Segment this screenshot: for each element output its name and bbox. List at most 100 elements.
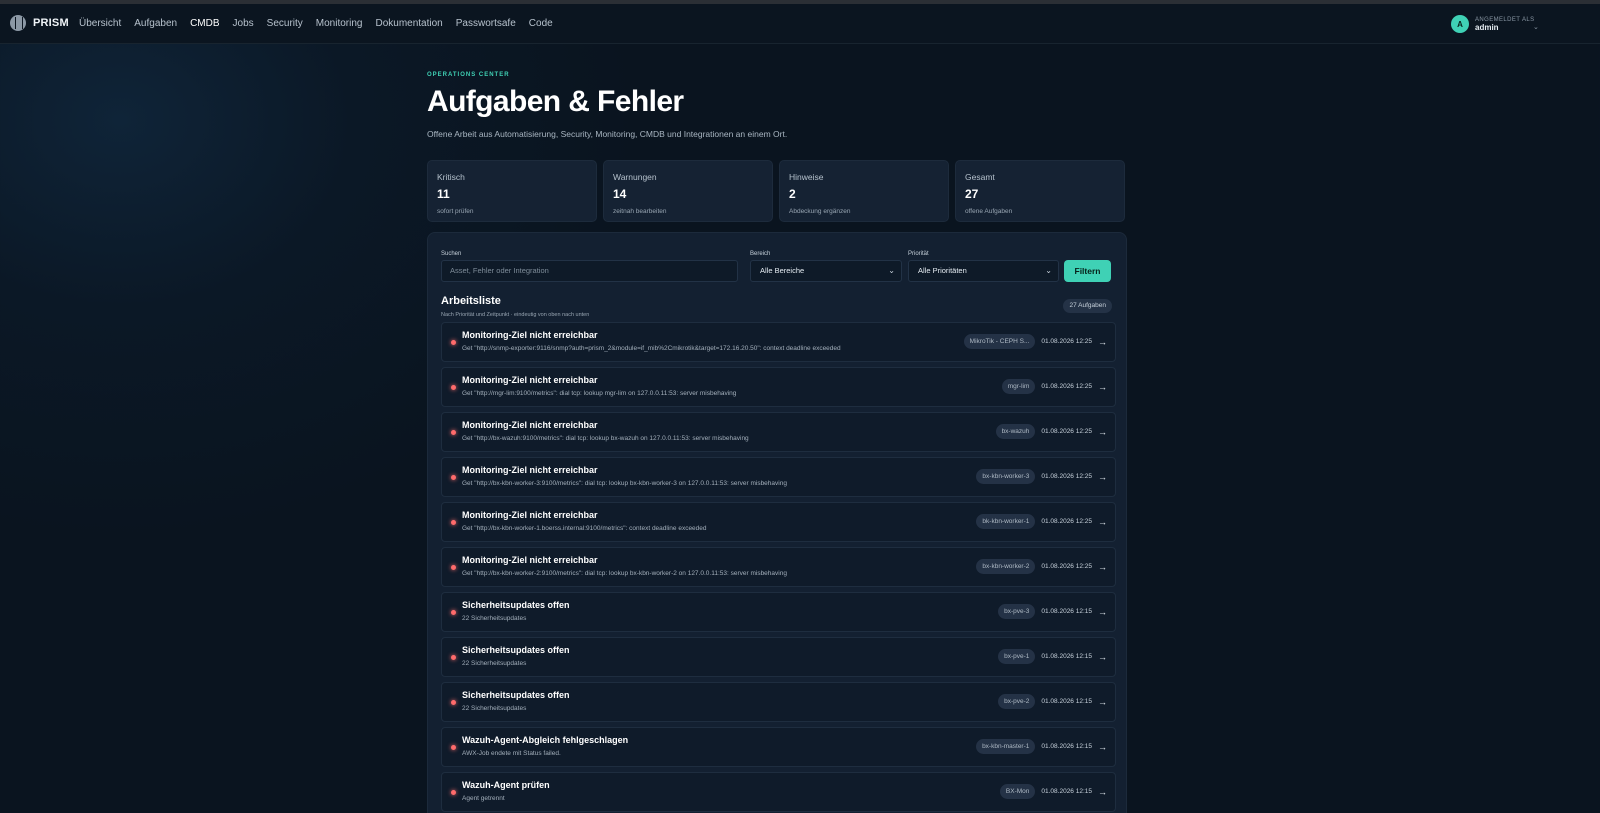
list-item[interactable]: Wazuh-Agent prüfen Agent getrennt BX-Mon 01… — [441, 772, 1116, 812]
list-item[interactable]: Sicherheitsupdates offen 22 Sicherheitsup… — [441, 592, 1116, 632]
asset-tag[interactable]: bx-pve-1 — [998, 649, 1036, 664]
user-menu[interactable]: A ANGEMELDET ALS admin ⌄ — [1451, 15, 1539, 33]
nav-item-cmdb[interactable]: CMDB — [190, 18, 219, 29]
task-title: Sicherheitsupdates offen — [462, 645, 570, 655]
list-item[interactable]: Wazuh-Agent-Abgleich fehlgeschlagen AWX-J… — [441, 727, 1116, 767]
task-title: Wazuh-Agent-Abgleich fehlgeschlagen — [462, 735, 629, 745]
nav-item-passwortsafe[interactable]: Passwortsafe — [456, 18, 516, 29]
status-dot-critical — [451, 385, 456, 390]
task-description: 22 Sicherheitsupdates — [462, 660, 527, 667]
task-meta: bx-pve-3 01.08.2026 12:15 → — [998, 604, 1107, 619]
nav-item-dokumentation[interactable]: Dokumentation — [375, 18, 442, 29]
stat-note: sofort prüfen — [437, 208, 474, 215]
task-description: Agent getrennt — [462, 795, 505, 802]
list-item[interactable]: Sicherheitsupdates offen 22 Sicherheitsup… — [441, 637, 1116, 677]
search-label: Suchen — [441, 251, 462, 257]
priority-select-value: Alle Prioritäten — [918, 266, 967, 275]
asset-tag[interactable]: bk-kbn-worker-1 — [976, 514, 1036, 529]
status-dot-critical — [451, 565, 456, 570]
task-meta: bx-kbn-worker-2 01.08.2026 12:25 → — [976, 559, 1107, 574]
list-item[interactable]: Monitoring-Ziel nicht erreichbar Get "htt… — [441, 412, 1116, 452]
task-description: 22 Sicherheitsupdates — [462, 615, 527, 622]
list-item[interactable]: Monitoring-Ziel nicht erreichbar Get "htt… — [441, 457, 1116, 497]
status-dot-critical — [451, 700, 456, 705]
stats-row: Kritisch 11 sofort prüfen Warnungen 14 z… — [427, 160, 1125, 222]
nav-item-code[interactable]: Code — [529, 18, 553, 29]
arrow-right-icon[interactable]: → — [1098, 562, 1107, 572]
area-select[interactable]: Alle Bereiche ⌄ — [750, 260, 902, 282]
asset-tag[interactable]: bx-wazuh — [995, 424, 1036, 439]
asset-tag[interactable]: mgr-lim — [1001, 379, 1036, 394]
task-timestamp: 01.08.2026 12:15 — [1041, 788, 1092, 795]
task-timestamp: 01.08.2026 12:25 — [1041, 383, 1092, 390]
list-item[interactable]: Sicherheitsupdates offen 22 Sicherheitsup… — [441, 682, 1116, 722]
asset-tag[interactable]: bx-pve-2 — [998, 694, 1036, 709]
task-timestamp: 01.08.2026 12:25 — [1041, 338, 1092, 345]
asset-tag[interactable]: BX-Mon — [999, 784, 1036, 799]
stat-value: 2 — [789, 187, 796, 201]
nav-item-uebersicht[interactable]: Übersicht — [79, 18, 121, 29]
arrow-right-icon[interactable]: → — [1098, 337, 1107, 347]
task-meta: BX-Mon 01.08.2026 12:15 → — [999, 784, 1107, 799]
task-timestamp: 01.08.2026 12:25 — [1041, 518, 1092, 525]
nav-item-monitoring[interactable]: Monitoring — [316, 18, 363, 29]
task-meta: bx-pve-1 01.08.2026 12:15 → — [998, 649, 1107, 664]
task-description: Get "http://bx-wazuh:9100/metrics": dial… — [462, 435, 749, 442]
task-title: Sicherheitsupdates offen — [462, 600, 570, 610]
nav-item-aufgaben[interactable]: Aufgaben — [134, 18, 177, 29]
stat-label: Hinweise — [789, 172, 824, 182]
task-meta: MikroTik - CEPH S... 01.08.2026 12:25 → — [963, 334, 1107, 349]
task-count-badge: 27 Aufgaben — [1063, 299, 1112, 313]
status-dot-critical — [451, 745, 456, 750]
stat-note: offene Aufgaben — [965, 208, 1013, 215]
stat-value: 27 — [965, 187, 979, 201]
page-eyebrow: OPERATIONS CENTER — [427, 72, 510, 78]
arrow-right-icon[interactable]: → — [1098, 787, 1107, 797]
arrow-right-icon[interactable]: → — [1098, 697, 1107, 707]
task-timestamp: 01.08.2026 12:25 — [1041, 428, 1092, 435]
arrow-right-icon[interactable]: → — [1098, 382, 1107, 392]
page-subtitle: Offene Arbeit aus Automatisierung, Secur… — [427, 129, 788, 139]
status-dot-critical — [451, 790, 456, 795]
task-timestamp: 01.08.2026 12:15 — [1041, 743, 1092, 750]
asset-tag[interactable]: bx-kbn-worker-3 — [976, 469, 1036, 484]
task-title: Monitoring-Ziel nicht erreichbar — [462, 375, 598, 385]
arrow-right-icon[interactable]: → — [1098, 742, 1107, 752]
asset-tag[interactable]: bx-kbn-master-1 — [976, 739, 1036, 754]
task-meta: mgr-lim 01.08.2026 12:25 → — [1001, 379, 1107, 394]
filter-button[interactable]: Filtern — [1064, 260, 1111, 282]
asset-tag[interactable]: MikroTik - CEPH S... — [963, 334, 1036, 349]
status-dot-critical — [451, 475, 456, 480]
task-description: AWX-Job endete mit Status failed. — [462, 750, 561, 757]
stat-card-kritisch: Kritisch 11 sofort prüfen — [427, 160, 597, 222]
nav-item-jobs[interactable]: Jobs — [233, 18, 254, 29]
nav-item-security[interactable]: Security — [267, 18, 303, 29]
search-input[interactable]: Asset, Fehler oder Integration — [441, 260, 738, 282]
priority-label: Priorität — [908, 251, 929, 257]
list-item[interactable]: Monitoring-Ziel nicht erreichbar Get "htt… — [441, 502, 1116, 542]
app-logo[interactable]: PRISM — [10, 15, 69, 31]
arrow-right-icon[interactable]: → — [1098, 517, 1107, 527]
task-meta: bx-kbn-worker-3 01.08.2026 12:25 → — [976, 469, 1107, 484]
asset-tag[interactable]: bx-pve-3 — [998, 604, 1036, 619]
task-timestamp: 01.08.2026 12:25 — [1041, 563, 1092, 570]
stat-label: Kritisch — [437, 172, 465, 182]
chevron-down-icon: ⌄ — [1045, 266, 1052, 275]
stat-value: 11 — [437, 187, 450, 201]
prism-logo-icon — [10, 15, 26, 31]
chevron-down-icon: ⌄ — [1533, 24, 1539, 31]
stat-note: Abdeckung ergänzen — [789, 208, 851, 215]
page-title: Aufgaben & Fehler — [427, 85, 684, 118]
stat-note: zeitnah bearbeiten — [613, 208, 667, 215]
asset-tag[interactable]: bx-kbn-worker-2 — [976, 559, 1036, 574]
priority-select[interactable]: Alle Prioritäten ⌄ — [908, 260, 1059, 282]
arrow-right-icon[interactable]: → — [1098, 607, 1107, 617]
list-item[interactable]: Monitoring-Ziel nicht erreichbar Get "htt… — [441, 322, 1116, 362]
arrow-right-icon[interactable]: → — [1098, 652, 1107, 662]
list-item[interactable]: Monitoring-Ziel nicht erreichbar Get "htt… — [441, 367, 1116, 407]
list-item[interactable]: Monitoring-Ziel nicht erreichbar Get "htt… — [441, 547, 1116, 587]
arrow-right-icon[interactable]: → — [1098, 472, 1107, 482]
status-dot-critical — [451, 340, 456, 345]
arrow-right-icon[interactable]: → — [1098, 427, 1107, 437]
stat-label: Gesamt — [965, 172, 995, 182]
